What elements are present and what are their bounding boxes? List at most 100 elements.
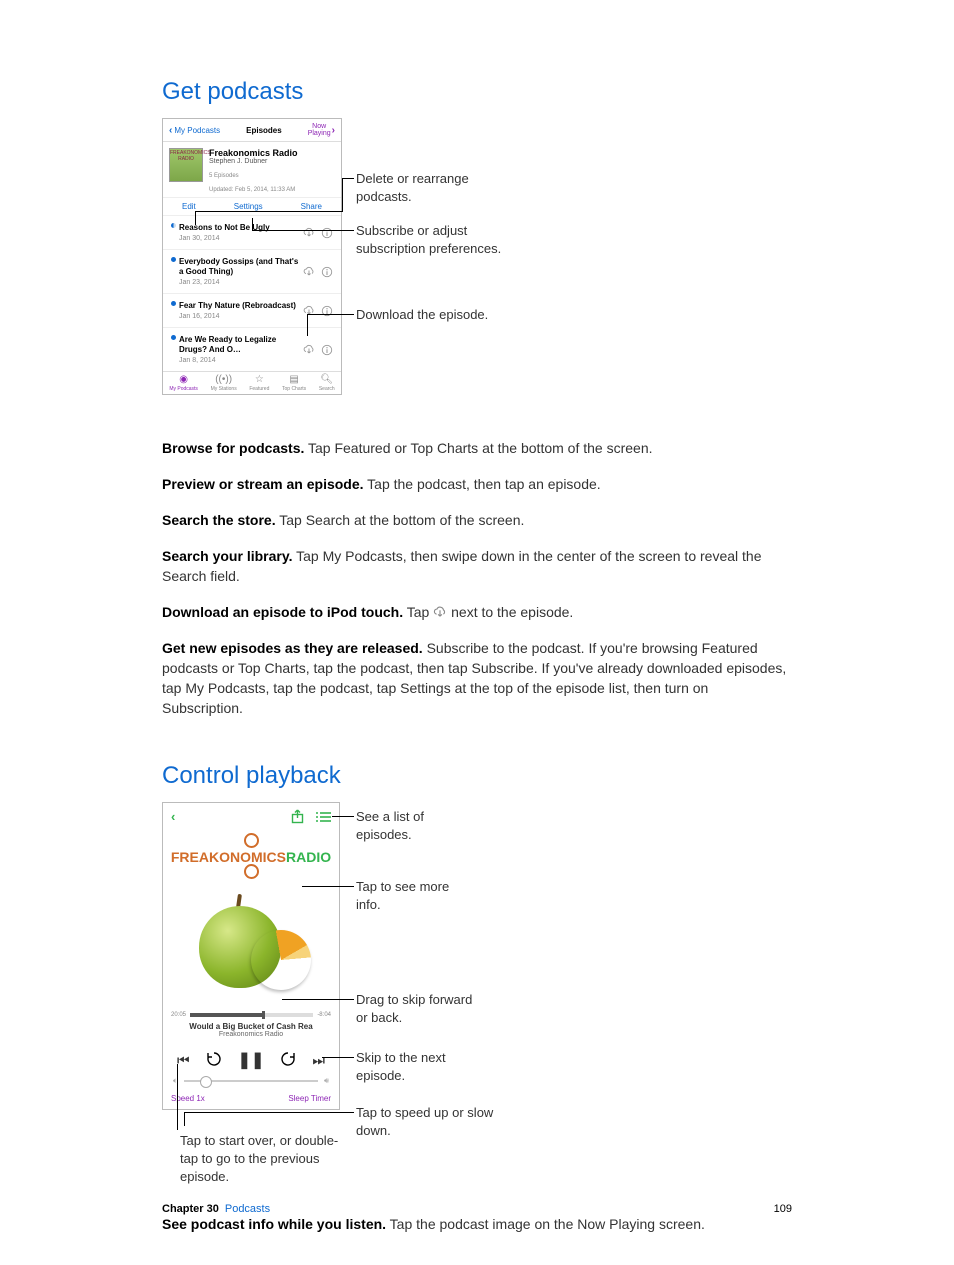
updated-label: Updated: Feb 5, 2014, 11:33 AM [209, 187, 298, 193]
download-icon[interactable] [303, 266, 315, 278]
episode-title: Everybody Gossips (and That's a Good Thi… [179, 257, 299, 277]
p-search-store: Tap Search at the bottom of the screen. [276, 512, 525, 528]
p-seeinfo-b: See podcast info while you listen. [162, 1216, 386, 1232]
body-text-1: Browse for podcasts. Tap Featured or Top… [162, 438, 792, 718]
info-icon[interactable] [321, 344, 333, 356]
back-button[interactable]: ‹ [171, 809, 175, 824]
star-icon: ☆ [255, 375, 264, 385]
back-label: My Podcasts [174, 126, 220, 135]
p-getnew-b: Get new episodes as they are released. [162, 640, 423, 656]
callout-subscribe: Subscribe or adjust subscription prefere… [356, 222, 516, 258]
footer-name: Podcasts [225, 1203, 270, 1215]
now-playing-title: Would a Big Bucket of Cash Rea [163, 1020, 339, 1031]
unplayed-dot-icon [171, 223, 176, 228]
p-browse: Tap Featured or Top Charts at the bottom… [304, 440, 652, 456]
tab-my-podcasts[interactable]: ◉My Podcasts [169, 375, 198, 392]
logo-text-b: RADIO [286, 849, 331, 865]
callout-delete: Delete or rearrange podcasts. [356, 170, 516, 206]
episode-date: Jan 16, 2014 [179, 313, 296, 320]
episode-row[interactable]: Are We Ready to Legalize Drugs? And O… J… [163, 328, 341, 371]
callout-list: See a list of episodes. [356, 808, 466, 844]
settings-button[interactable]: Settings [234, 202, 263, 211]
episode-title: Are We Ready to Legalize Drugs? And O… [179, 335, 299, 355]
info-icon[interactable] [321, 266, 333, 278]
chevron-left-icon: ‹ [169, 125, 172, 136]
search-icon: 🔍︎ [320, 375, 333, 385]
podcast-title: Freakonomics Radio [209, 148, 298, 158]
podcast-artwork[interactable]: FREAKONOMICS RADIO [169, 148, 203, 182]
replay-15-icon[interactable] [206, 1051, 222, 1070]
callout-skip: Skip to the next episode. [356, 1049, 486, 1085]
download-icon[interactable] [303, 344, 315, 356]
episode-date: Jan 8, 2014 [179, 357, 299, 364]
download-icon[interactable] [303, 227, 315, 239]
tab-featured[interactable]: ☆Featured [249, 375, 269, 392]
footer-chapter: Chapter 30 [162, 1203, 219, 1215]
info-icon[interactable] [321, 227, 333, 239]
callout-startover: Tap to start over, or double-tap to go t… [180, 1132, 340, 1186]
figure-now-playing: ‹ FREAKONOMICSRADIO 20:05 -8:04 Would a … [162, 802, 792, 1192]
heading-control-playback: Control playback [162, 762, 792, 790]
callout-info: Tap to see more info. [356, 878, 466, 914]
now-playing-button[interactable]: Now Playing › [308, 123, 335, 137]
charts-icon: ▤ [289, 375, 298, 385]
callout-download: Download the episode. [356, 306, 516, 324]
now-playing-label: Now Playing [308, 123, 331, 137]
p-download-c: next to the episode. [451, 604, 573, 620]
p-preview-b: Preview or stream an episode. [162, 476, 364, 492]
share-button[interactable]: Share [301, 202, 322, 211]
body-text-2: See podcast info while you listen. Tap t… [162, 1214, 792, 1234]
episode-title: Fear Thy Nature (Rebroadcast) [179, 301, 296, 311]
cloud-download-icon [433, 606, 447, 618]
stations-icon: ((•)) [215, 375, 232, 385]
back-button[interactable]: ‹ My Podcasts [169, 125, 220, 136]
page-footer: Chapter 30 Podcasts 109 [162, 1203, 792, 1215]
podcasts-icon: ◉ [179, 375, 188, 385]
edit-button[interactable]: Edit [182, 202, 196, 211]
time-elapsed: 20:05 [171, 1012, 186, 1018]
unplayed-dot-icon [171, 335, 176, 340]
logo-ring-icon [244, 833, 259, 848]
callout-drag: Drag to skip forward or back. [356, 991, 486, 1027]
heading-get-podcasts: Get podcasts [162, 78, 792, 106]
episode-row[interactable]: Fear Thy Nature (Rebroadcast) Jan 16, 20… [163, 294, 341, 328]
episode-row[interactable]: Everybody Gossips (and That's a Good Thi… [163, 250, 341, 294]
scrubber[interactable]: 20:05 -8:04 [163, 1010, 339, 1020]
p-download-b: Download an episode to iPod touch. [162, 604, 403, 620]
podcast-logo: FREAKONOMICSRADIO [163, 830, 339, 882]
volume-slider[interactable]: 🔈︎ 🔊︎ [163, 1074, 339, 1090]
callout-speed: Tap to speed up or slow down. [356, 1104, 496, 1140]
figure-episodes-screen: ‹ My Podcasts Episodes Now Playing › FRE… [162, 118, 792, 416]
unplayed-dot-icon [171, 257, 176, 262]
episode-date: Jan 30, 2014 [179, 235, 270, 242]
episode-count: 5 Episodes [209, 173, 298, 179]
tab-search[interactable]: 🔍︎Search [319, 375, 335, 392]
unplayed-dot-icon [171, 301, 176, 306]
chevron-right-icon: › [332, 127, 335, 134]
time-remaining: -8:04 [317, 1012, 331, 1018]
pause-button[interactable]: ❚❚ [238, 1050, 265, 1070]
sleep-timer-button[interactable]: Sleep Timer [288, 1094, 331, 1103]
volume-high-icon: 🔊︎ [324, 1076, 329, 1086]
next-button[interactable]: ⏭ [312, 1052, 325, 1069]
device-screenshot-2: ‹ FREAKONOMICSRADIO 20:05 -8:04 Would a … [162, 802, 340, 1110]
logo-text-a: FREAKONOMICS [171, 849, 286, 865]
p-preview: Tap the podcast, then tap an episode. [364, 476, 601, 492]
forward-15-icon[interactable] [280, 1051, 296, 1070]
episode-artwork[interactable] [191, 886, 311, 1004]
episode-title: Reasons to Not Be Ugly [179, 223, 270, 233]
logo-ring-icon [244, 864, 259, 879]
now-playing-subtitle: Freakonomics Radio [163, 1031, 339, 1044]
podcast-author: Stephen J. Dubner [209, 158, 298, 165]
p-download-a: Tap [403, 604, 433, 620]
footer-page-number: 109 [774, 1203, 792, 1215]
device-screenshot-1: ‹ My Podcasts Episodes Now Playing › FRE… [162, 118, 342, 395]
share-icon[interactable] [291, 809, 304, 824]
p-browse-b: Browse for podcasts. [162, 440, 304, 456]
tab-my-stations[interactable]: ((•))My Stations [211, 375, 237, 392]
previous-button[interactable]: ⏮ [177, 1052, 190, 1069]
p-search-lib-b: Search your library. [162, 548, 292, 564]
tab-top-charts[interactable]: ▤Top Charts [282, 375, 306, 392]
episode-date: Jan 23, 2014 [179, 279, 299, 286]
list-icon[interactable] [316, 811, 331, 823]
